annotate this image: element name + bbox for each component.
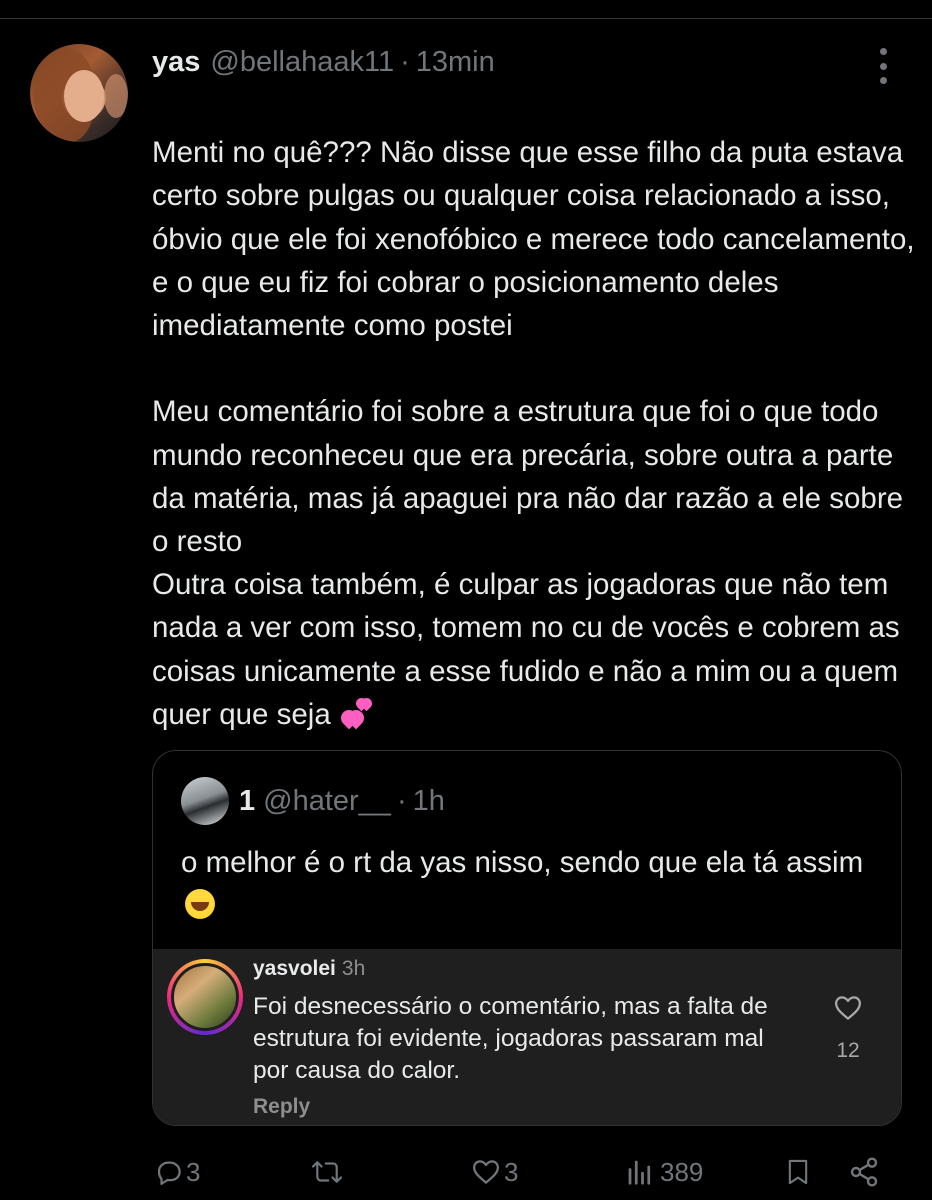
rofl-emoji <box>185 889 215 919</box>
tweet-timestamp[interactable]: 13min <box>416 46 495 79</box>
views-chart-icon <box>628 1160 651 1185</box>
instagram-avatar <box>171 963 239 1031</box>
retweet-button[interactable] <box>310 1150 346 1194</box>
instagram-comment-text: Foi desnecessário o comentário, mas a fa… <box>253 993 768 1084</box>
quoted-tweet-card[interactable]: 1 @hater__ · 1h o melhor é o rt da yas n… <box>152 750 902 1126</box>
share-button[interactable] <box>848 1150 880 1194</box>
quoted-tweet-header: 1 @hater__ · 1h <box>239 781 445 821</box>
tweet-paragraph-text: Outra coisa também, é culpar as jogadora… <box>152 568 908 731</box>
reply-count: 3 <box>186 1156 201 1187</box>
quoted-header-separator: · <box>396 784 407 817</box>
retweet-icon <box>311 1161 343 1183</box>
instagram-story-ring <box>167 959 243 1035</box>
view-count: 389 <box>660 1156 704 1187</box>
instagram-username: yasvolei <box>253 957 336 980</box>
header-separator: · <box>400 45 410 78</box>
instagram-comment-time: 3h <box>341 957 366 980</box>
tweet-header: yas @bellahaak11 · 13min <box>152 44 495 80</box>
avatar-face-secondary <box>104 74 128 118</box>
quoted-author-handle[interactable]: @hater__ <box>263 785 391 818</box>
top-divider <box>0 18 932 19</box>
share-icon <box>850 1157 878 1187</box>
quoted-author-avatar[interactable] <box>181 777 229 825</box>
bookmark-icon <box>788 1159 808 1185</box>
author-display-name[interactable]: yas <box>152 46 200 79</box>
avatar-face <box>64 70 104 122</box>
tweet-paragraph: Menti no quê??? Não disse que esse filho… <box>152 136 923 343</box>
bookmark-button[interactable] <box>784 1150 812 1194</box>
tweet-text: Menti no quê??? Não disse que esse filho… <box>152 88 922 779</box>
quoted-tweet-timestamp[interactable]: 1h <box>413 785 445 818</box>
quoted-tweet-text-content: o melhor é o rt da yas nisso, sendo que … <box>181 846 864 879</box>
instagram-reply-label: Reply <box>253 1095 311 1118</box>
like-count: 3 <box>504 1156 519 1187</box>
heart-outline-icon <box>835 996 861 1020</box>
reply-button[interactable]: 3 <box>154 1150 200 1194</box>
more-options-icon[interactable] <box>872 48 894 84</box>
like-button[interactable]: 3 <box>470 1150 518 1194</box>
author-handle[interactable]: @bellahaak11 <box>210 46 394 79</box>
quoted-tweet-text: o melhor é o rt da yas nisso, sendo que … <box>181 841 881 927</box>
quoted-author-display-name[interactable]: 1 <box>239 785 255 818</box>
tweet-paragraph: Outra coisa também, é culpar as jogadora… <box>152 563 922 736</box>
tweet-paragraph: Meu comentário foi sobre a estrutura que… <box>152 395 912 559</box>
two-hearts-emoji <box>337 695 375 730</box>
heart-icon <box>473 1160 499 1184</box>
instagram-comment-header: yasvolei 3h <box>253 957 365 981</box>
instagram-like-count: 12 <box>836 1039 860 1062</box>
reply-icon <box>157 1161 181 1185</box>
views-button[interactable]: 389 <box>624 1150 703 1194</box>
author-avatar[interactable] <box>30 44 128 142</box>
tweet-action-bar: 3 3 389 <box>0 1150 932 1194</box>
instagram-comment-screenshot[interactable]: yasvolei 3h Foi desnecessário o comentári… <box>153 949 901 1125</box>
